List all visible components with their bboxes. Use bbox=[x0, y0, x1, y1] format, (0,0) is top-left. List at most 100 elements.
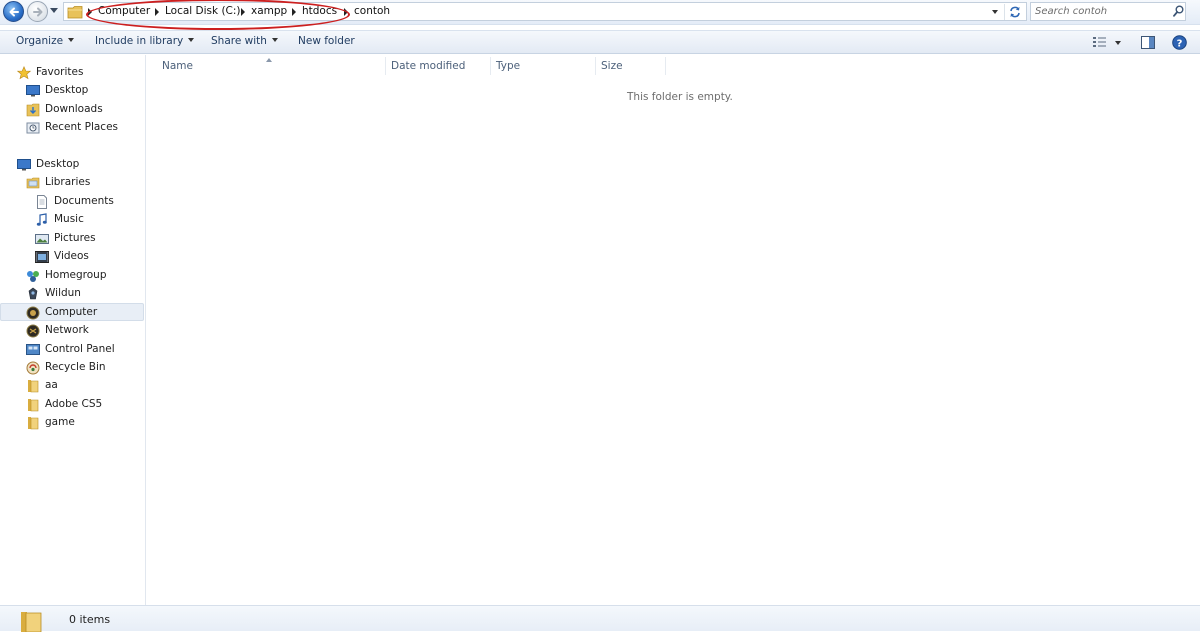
breadcrumb-htdocs[interactable]: htdocs bbox=[302, 5, 337, 17]
column-header-type[interactable]: Type bbox=[496, 60, 520, 72]
nav-item-label: Recycle Bin bbox=[45, 361, 106, 373]
nav-item-label: Recent Places bbox=[45, 121, 119, 133]
search-icon[interactable] bbox=[1173, 5, 1184, 17]
nav-item-label: Computer bbox=[45, 306, 98, 318]
breadcrumb-separator[interactable] bbox=[155, 8, 159, 16]
star-icon bbox=[17, 66, 31, 80]
breadcrumb-separator[interactable] bbox=[344, 8, 348, 16]
views-dropdown[interactable] bbox=[1115, 41, 1121, 45]
nav-item-control-panel[interactable]: Control Panel bbox=[0, 341, 144, 359]
command-bar: Organize Include in library Share with N… bbox=[0, 30, 1200, 54]
search-input[interactable] bbox=[1035, 4, 1165, 19]
nav-item-recent-places[interactable]: Recent Places bbox=[0, 119, 144, 137]
forward-button[interactable] bbox=[27, 1, 48, 22]
navigation-pane: Favorites Desktop Downloads Recent Place… bbox=[0, 55, 146, 605]
nav-item-label: Downloads bbox=[45, 103, 103, 115]
nav-item-label: Adobe CS5 bbox=[45, 398, 103, 410]
include-in-library-button[interactable]: Include in library bbox=[95, 35, 195, 47]
column-header-size[interactable]: Size bbox=[601, 60, 623, 72]
breadcrumb-xampp[interactable]: xampp bbox=[251, 5, 287, 17]
back-button[interactable] bbox=[3, 1, 24, 22]
recent-pages-dropdown[interactable] bbox=[50, 8, 58, 14]
column-divider[interactable] bbox=[490, 57, 491, 75]
address-box[interactable]: Computer Local Disk (C:) xampp htdocs co… bbox=[63, 2, 1027, 21]
preview-pane-icon[interactable] bbox=[1141, 36, 1155, 49]
nav-item-label: game bbox=[45, 416, 75, 428]
nav-item-desktop-favorite[interactable]: Desktop bbox=[0, 82, 144, 100]
refresh-icon[interactable] bbox=[1008, 5, 1022, 19]
back-arrow-icon bbox=[9, 7, 19, 17]
nav-item-label: Pictures bbox=[54, 232, 96, 244]
nav-item-label: Music bbox=[54, 213, 84, 225]
nav-item-videos[interactable]: Videos bbox=[0, 248, 144, 266]
music-icon bbox=[36, 213, 47, 226]
homegroup-icon bbox=[27, 271, 39, 282]
nav-item-label: Documents bbox=[54, 195, 114, 207]
nav-item-downloads[interactable]: Downloads bbox=[0, 101, 144, 119]
share-with-label: Share with bbox=[211, 35, 267, 47]
breadcrumb-separator[interactable] bbox=[88, 8, 92, 16]
nav-item-label: Control Panel bbox=[45, 343, 115, 355]
views-icon[interactable] bbox=[1092, 36, 1108, 48]
breadcrumb-separator[interactable] bbox=[241, 8, 245, 16]
nav-item-libraries[interactable]: Libraries bbox=[0, 174, 144, 192]
help-icon[interactable]: ? bbox=[1172, 35, 1187, 50]
nav-item-game[interactable]: game bbox=[0, 414, 144, 432]
nav-favorites[interactable]: Favorites bbox=[0, 64, 144, 82]
nav-item-label: Wildun bbox=[45, 287, 81, 299]
user-icon bbox=[28, 287, 38, 300]
column-header-name[interactable]: Name bbox=[162, 60, 193, 72]
desktop-icon bbox=[26, 85, 40, 97]
folder-icon bbox=[28, 417, 39, 430]
control-panel-icon bbox=[26, 344, 40, 355]
folder-icon bbox=[28, 380, 39, 393]
nav-item-aa[interactable]: aa bbox=[0, 377, 144, 395]
folder-icon bbox=[67, 6, 83, 19]
share-with-button[interactable]: Share with bbox=[211, 35, 278, 47]
recent-places-icon bbox=[26, 122, 40, 134]
forward-arrow-icon bbox=[33, 7, 43, 17]
nav-item-label: Desktop bbox=[45, 84, 89, 96]
column-divider[interactable] bbox=[665, 57, 666, 75]
document-icon bbox=[37, 195, 47, 209]
nav-item-label: Libraries bbox=[45, 176, 91, 188]
nav-item-label: Network bbox=[45, 324, 89, 336]
folder-icon bbox=[21, 612, 42, 632]
column-divider[interactable] bbox=[385, 57, 386, 75]
sort-ascending-icon bbox=[266, 58, 272, 62]
pictures-icon bbox=[35, 234, 49, 244]
organize-button[interactable]: Organize bbox=[16, 35, 75, 47]
recycle-bin-icon bbox=[26, 361, 40, 375]
address-divider bbox=[1004, 4, 1005, 20]
folder-icon bbox=[28, 399, 39, 412]
nav-item-recycle-bin[interactable]: Recycle Bin bbox=[0, 359, 144, 377]
breadcrumb-local-disk[interactable]: Local Disk (C:) bbox=[165, 5, 241, 17]
address-history-dropdown[interactable] bbox=[992, 10, 998, 14]
desktop-icon bbox=[17, 159, 31, 171]
column-header-date-modified[interactable]: Date modified bbox=[391, 60, 465, 72]
libraries-icon bbox=[26, 177, 40, 189]
column-divider[interactable] bbox=[595, 57, 596, 75]
breadcrumb-computer[interactable]: Computer bbox=[98, 5, 150, 17]
nav-favorites-label: Favorites bbox=[36, 66, 84, 78]
empty-folder-message: This folder is empty. bbox=[627, 91, 733, 103]
breadcrumb-separator[interactable] bbox=[292, 8, 296, 16]
nav-item-music[interactable]: Music bbox=[0, 211, 144, 229]
downloads-folder-icon bbox=[26, 103, 40, 117]
nav-item-computer[interactable]: Computer bbox=[0, 303, 144, 321]
chevron-down-icon bbox=[271, 38, 278, 42]
breadcrumb-contoh[interactable]: contoh bbox=[354, 5, 390, 17]
svg-text:?: ? bbox=[1177, 38, 1183, 49]
search-box bbox=[1030, 2, 1186, 21]
organize-label: Organize bbox=[16, 35, 64, 47]
nav-item-pictures[interactable]: Pictures bbox=[0, 230, 144, 248]
nav-item-network[interactable]: Network bbox=[0, 322, 144, 340]
computer-icon bbox=[26, 306, 40, 320]
nav-desktop-root[interactable]: Desktop bbox=[0, 156, 144, 174]
videos-icon bbox=[35, 251, 49, 263]
nav-item-documents[interactable]: Documents bbox=[0, 193, 144, 211]
nav-item-homegroup[interactable]: Homegroup bbox=[0, 267, 144, 285]
new-folder-button[interactable]: New folder bbox=[298, 35, 355, 47]
nav-item-wildun[interactable]: Wildun bbox=[0, 285, 144, 303]
nav-item-adobe-cs5[interactable]: Adobe CS5 bbox=[0, 396, 144, 414]
